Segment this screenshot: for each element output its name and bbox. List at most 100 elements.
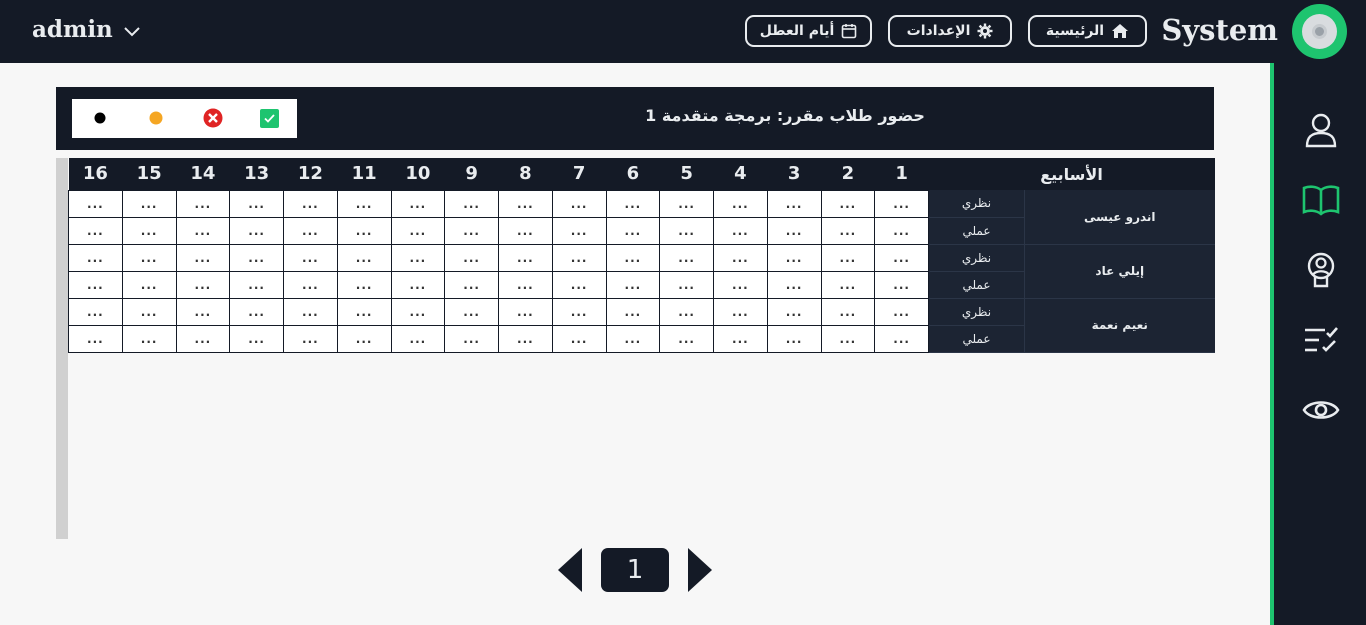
- attendance-cell[interactable]: ...: [874, 324, 929, 353]
- attendance-cell[interactable]: ...: [444, 297, 499, 326]
- current-page[interactable]: 1: [601, 548, 669, 592]
- attendance-cell[interactable]: ...: [175, 270, 231, 299]
- attendance-cell[interactable]: ...: [659, 297, 714, 326]
- orange-dot-icon[interactable]: [146, 108, 166, 128]
- prev-page-button[interactable]: [558, 548, 582, 592]
- attendance-cell[interactable]: ...: [121, 270, 177, 299]
- attendance-cell[interactable]: ...: [283, 189, 338, 218]
- attendance-cell[interactable]: ...: [175, 297, 231, 326]
- attendance-cell[interactable]: ...: [336, 270, 392, 299]
- attendance-cell[interactable]: ...: [68, 324, 123, 353]
- attendance-cell[interactable]: ...: [121, 297, 177, 326]
- attendance-cell[interactable]: ...: [336, 216, 392, 245]
- attendance-cell[interactable]: ...: [498, 270, 553, 299]
- attendance-cell[interactable]: ...: [498, 297, 553, 326]
- attendance-cell[interactable]: ...: [175, 324, 231, 353]
- attendance-cell[interactable]: ...: [229, 297, 284, 326]
- attendance-cell[interactable]: ...: [68, 189, 123, 218]
- attendance-cell[interactable]: ...: [336, 189, 392, 218]
- attendance-cell[interactable]: ...: [713, 189, 768, 218]
- attendance-cell[interactable]: ...: [336, 324, 392, 353]
- attendance-cell[interactable]: ...: [605, 297, 661, 326]
- attendance-cell[interactable]: ...: [390, 189, 446, 218]
- attendance-cell[interactable]: ...: [659, 324, 714, 353]
- x-circle-icon[interactable]: [203, 108, 223, 128]
- attendance-cell[interactable]: ...: [229, 270, 284, 299]
- attendance-cell[interactable]: ...: [68, 270, 123, 299]
- attendance-cell[interactable]: ...: [551, 189, 607, 218]
- attendance-cell[interactable]: ...: [444, 189, 499, 218]
- attendance-cell[interactable]: ...: [551, 216, 607, 245]
- attendance-cell[interactable]: ...: [390, 243, 446, 272]
- attendance-cell[interactable]: ...: [283, 243, 338, 272]
- sidebar-item-users[interactable]: [1300, 109, 1342, 151]
- attendance-cell[interactable]: ...: [336, 297, 392, 326]
- attendance-cell[interactable]: ...: [390, 216, 446, 245]
- attendance-cell[interactable]: ...: [229, 324, 284, 353]
- attendance-cell[interactable]: ...: [713, 270, 768, 299]
- attendance-cell[interactable]: ...: [659, 243, 714, 272]
- holidays-button[interactable]: أيام العطل: [745, 15, 872, 47]
- attendance-cell[interactable]: ...: [766, 189, 822, 218]
- scrollbar[interactable]: [56, 158, 68, 539]
- attendance-cell[interactable]: ...: [68, 216, 123, 245]
- attendance-cell[interactable]: ...: [68, 243, 123, 272]
- attendance-cell[interactable]: ...: [874, 243, 929, 272]
- attendance-cell[interactable]: ...: [283, 297, 338, 326]
- attendance-cell[interactable]: ...: [713, 216, 768, 245]
- attendance-cell[interactable]: ...: [121, 216, 177, 245]
- attendance-cell[interactable]: ...: [659, 216, 714, 245]
- attendance-cell[interactable]: ...: [175, 216, 231, 245]
- attendance-cell[interactable]: ...: [820, 189, 876, 218]
- attendance-cell[interactable]: ...: [551, 324, 607, 353]
- attendance-cell[interactable]: ...: [121, 243, 177, 272]
- check-icon[interactable]: [259, 108, 279, 128]
- attendance-cell[interactable]: ...: [874, 189, 929, 218]
- attendance-cell[interactable]: ...: [605, 270, 661, 299]
- home-button[interactable]: الرئيسية: [1028, 15, 1147, 47]
- user-menu[interactable]: admin: [32, 16, 141, 43]
- attendance-cell[interactable]: ...: [820, 324, 876, 353]
- sidebar-item-courses[interactable]: [1300, 179, 1342, 221]
- attendance-cell[interactable]: ...: [229, 216, 284, 245]
- attendance-cell[interactable]: ...: [121, 189, 177, 218]
- attendance-cell[interactable]: ...: [444, 324, 499, 353]
- attendance-cell[interactable]: ...: [874, 270, 929, 299]
- attendance-cell[interactable]: ...: [820, 243, 876, 272]
- sidebar-item-monitor[interactable]: [1300, 389, 1342, 431]
- next-page-button[interactable]: [688, 548, 712, 592]
- attendance-cell[interactable]: ...: [551, 297, 607, 326]
- attendance-cell[interactable]: ...: [390, 270, 446, 299]
- attendance-cell[interactable]: ...: [713, 324, 768, 353]
- attendance-cell[interactable]: ...: [336, 243, 392, 272]
- attendance-cell[interactable]: ...: [283, 216, 338, 245]
- attendance-cell[interactable]: ...: [766, 243, 822, 272]
- attendance-cell[interactable]: ...: [766, 324, 822, 353]
- attendance-cell[interactable]: ...: [766, 270, 822, 299]
- attendance-cell[interactable]: ...: [874, 216, 929, 245]
- attendance-cell[interactable]: ...: [498, 324, 553, 353]
- attendance-cell[interactable]: ...: [713, 243, 768, 272]
- black-dot-icon[interactable]: [90, 108, 110, 128]
- attendance-cell[interactable]: ...: [766, 216, 822, 245]
- attendance-cell[interactable]: ...: [229, 243, 284, 272]
- attendance-cell[interactable]: ...: [605, 216, 661, 245]
- attendance-cell[interactable]: ...: [68, 297, 123, 326]
- attendance-cell[interactable]: ...: [820, 270, 876, 299]
- attendance-cell[interactable]: ...: [498, 243, 553, 272]
- attendance-cell[interactable]: ...: [605, 324, 661, 353]
- attendance-cell[interactable]: ...: [766, 297, 822, 326]
- attendance-cell[interactable]: ...: [659, 270, 714, 299]
- attendance-cell[interactable]: ...: [605, 243, 661, 272]
- attendance-cell[interactable]: ...: [498, 216, 553, 245]
- sidebar-item-badge[interactable]: [1300, 249, 1342, 291]
- attendance-cell[interactable]: ...: [121, 324, 177, 353]
- sidebar-item-attendance[interactable]: [1300, 319, 1342, 361]
- attendance-cell[interactable]: ...: [874, 297, 929, 326]
- attendance-cell[interactable]: ...: [175, 243, 231, 272]
- attendance-cell[interactable]: ...: [390, 297, 446, 326]
- attendance-cell[interactable]: ...: [390, 324, 446, 353]
- attendance-cell[interactable]: ...: [713, 297, 768, 326]
- attendance-cell[interactable]: ...: [551, 270, 607, 299]
- attendance-cell[interactable]: ...: [659, 189, 714, 218]
